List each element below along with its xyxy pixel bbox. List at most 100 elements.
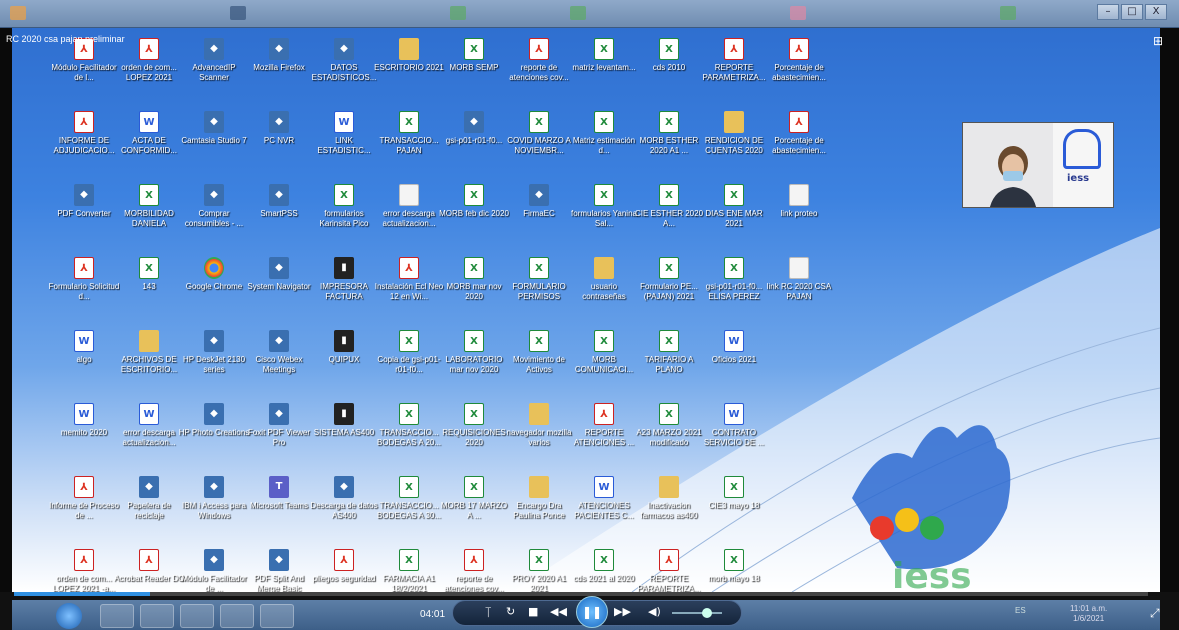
desktop-icon[interactable]: ◆ Mozilla Firefox — [243, 38, 315, 100]
desktop-icon[interactable]: link RC 2020 CSA PAJAN — [763, 257, 835, 319]
desktop-icon[interactable]: ⅄ reporte de atenciones cov... — [503, 38, 575, 100]
volume-icon[interactable]: ◀) — [648, 605, 661, 618]
desktop-icon[interactable]: ⅄ pliegos seguridad — [308, 549, 380, 592]
desktop-icon[interactable]: Inactivacion farmacos as400 — [633, 476, 705, 538]
desktop-icon[interactable]: ◆ gsi-p01-r01-f0... — [438, 111, 510, 173]
desktop-icon[interactable]: ⅄ orden de com... LOPEZ 2021 -a... — [48, 549, 120, 592]
desktop-icon[interactable]: X CIE ESTHER 2020 A... — [633, 184, 705, 246]
desktop-icon[interactable]: ⅄ REPORTE ATENCIONES ... — [568, 403, 640, 465]
desktop-icon[interactable]: X COVID MARZO A NOVIEMBR... — [503, 111, 575, 173]
desktop-icon[interactable]: ◆ Papelera de reciclaje — [113, 476, 185, 538]
desktop-icon[interactable]: ⅄ orden de com... LOPEZ 2021 — [113, 38, 185, 100]
maximize-button[interactable]: □ — [1121, 4, 1143, 20]
fullscreen-icon[interactable]: ⤢ — [1150, 606, 1160, 621]
desktop-icon[interactable]: ◆ HP DeskJet 2130 series — [178, 330, 250, 392]
desktop-icon[interactable]: ◆ Foxit PDF Viewer Pro — [243, 403, 315, 465]
desktop-icon[interactable]: Wmemito 2020 — [48, 403, 120, 465]
desktop-icon[interactable]: ◆ AdvancedIP Scanner — [178, 38, 250, 100]
desktop-icon[interactable]: X 143 — [113, 257, 185, 319]
desktop-icon[interactable]: error descarga actualizacion... — [373, 184, 445, 246]
desktop-icon[interactable]: Xcds 2021 al 2020 — [568, 549, 640, 592]
desktop-icon[interactable]: ◆ HP Photo Creations — [178, 403, 250, 465]
rewind-button[interactable]: ◀◀ — [550, 605, 567, 618]
desktop-icon[interactable]: ◆ SmartPSS — [243, 184, 315, 246]
stop-button[interactable]: ■ — [528, 605, 538, 618]
desktop-icon[interactable]: ⅄ Formulario Solicitud d... — [48, 257, 120, 319]
desktop-icon[interactable]: X Movimiento de Activos — [503, 330, 575, 392]
taskbar-ie-button[interactable] — [100, 604, 134, 628]
desktop-icon[interactable]: X MORB mar nov 2020 — [438, 257, 510, 319]
pause-button[interactable]: ❚❚ — [576, 596, 608, 628]
desktop-icon[interactable]: ⅄ Instalación Ecl Neo 12 en Wi... — [373, 257, 445, 319]
start-button[interactable] — [56, 603, 82, 629]
desktop-icon[interactable]: X Copia de gsi-p01-r01-f0... — [373, 330, 445, 392]
desktop-icon[interactable]: Walgo — [48, 330, 120, 392]
desktop-icon[interactable]: ⅄ Porcentaje de abastecimien... — [763, 111, 835, 173]
desktop-icon[interactable]: X CIE3 mayo 18 — [698, 476, 770, 538]
loop-icon[interactable]: ↻ — [506, 605, 515, 618]
desktop-icon[interactable]: X PROY 2020 A1 2021 — [503, 549, 575, 592]
taskbar-webex-button[interactable] — [260, 604, 294, 628]
desktop-icon[interactable]: X DIAS ENE MAR 2021 — [698, 184, 770, 246]
desktop-icon[interactable]: ◆ Cisco Webex Meetings — [243, 330, 315, 392]
desktop-icon[interactable]: ⅄ REPORTE PARAMETRIZA... — [698, 38, 770, 100]
desktop-icon[interactable]: Werror descarga actualizacion... — [113, 403, 185, 465]
desktop-icon[interactable]: X A23 MARZO 2021 modificado — [633, 403, 705, 465]
desktop-icon[interactable]: X TRANSACCIO... BODEGAS A 30... — [373, 476, 445, 538]
desktop-icon[interactable]: ◆ FirmaEC — [503, 184, 575, 246]
desktop-icon[interactable]: ◆ PDF Converter — [48, 184, 120, 246]
desktop-icon[interactable]: Xformularios Karinsita Pico — [308, 184, 380, 246]
desktop-icon[interactable]: W ATENCIONES PACIENTES C... — [568, 476, 640, 538]
desktop-icon[interactable]: X TARIFARIO A PLANO — [633, 330, 705, 392]
desktop-icon[interactable]: ⅄ reporte de atenciones cov... — [438, 549, 510, 592]
desktop-icon[interactable]: ESCRITORIO 2021 — [373, 38, 445, 100]
desktop-icon[interactable]: X REQUISICIONES 2020 — [438, 403, 510, 465]
desktop-icon[interactable]: ◆ Comprar consumibles - ... — [178, 184, 250, 246]
desktop-icon[interactable]: W Oficios 2021 — [698, 330, 770, 392]
desktop-icon[interactable]: ◆ PDF Split And Merge Basic — [243, 549, 315, 592]
desktop-icon[interactable]: ARCHIVOS DE ESCRITORIO... — [113, 330, 185, 392]
desktop-icon[interactable]: ◆ System Navigator — [243, 257, 315, 319]
desktop-icon[interactable]: ◆ Camtasia Studio 7 — [178, 111, 250, 173]
volume-slider[interactable] — [672, 612, 722, 614]
close-button[interactable]: X — [1145, 4, 1167, 20]
desktop-icon[interactable]: navegador mozilla varios — [503, 403, 575, 465]
desktop-icon[interactable]: X FORMULARIO PERMISOS — [503, 257, 575, 319]
desktop-icon[interactable]: W CONTRATO SERVICIO DE ... — [698, 403, 770, 465]
desktop-icon[interactable]: Xgsi-p01-r01-f0... ELISA PEREZ — [698, 257, 770, 319]
minimize-button[interactable]: – — [1097, 4, 1119, 20]
desktop-icon[interactable]: ▮ SISTEMA AS400 — [308, 403, 380, 465]
desktop-icon[interactable]: ▮ IMPRESORA FACTURA — [308, 257, 380, 319]
desktop-icon[interactable]: ⅄ REPORTE PARAMETRIZA... — [633, 549, 705, 592]
participant-video[interactable]: iess — [962, 122, 1114, 208]
desktop-icon[interactable]: X Formulario PE... (PAJAN) 2021 — [633, 257, 705, 319]
desktop-icon[interactable]: X MORB SEMP — [438, 38, 510, 100]
desktop-icon[interactable]: Xmatriz levantam... — [568, 38, 640, 100]
desktop-icon[interactable]: ◆ DATOS ESTADISTICOS... — [308, 38, 380, 100]
forward-button[interactable]: ▶▶ — [614, 605, 631, 618]
desktop-icon[interactable]: X FARMACIA A1 18/2/2021 — [373, 549, 445, 592]
desktop-icon[interactable]: W ACTA DE CONFORMID... — [113, 111, 185, 173]
desktop-icon[interactable]: X MORB ESTHER 2020 A1 ... — [633, 111, 705, 173]
desktop-icon[interactable]: Encargo Dra Paulina Ponce — [503, 476, 575, 538]
volume-slider-handle[interactable] — [702, 608, 712, 618]
desktop-icon[interactable]: T Microsoft Teams — [243, 476, 315, 538]
desktop-icon[interactable]: usuario contraseñas — [568, 257, 640, 319]
desktop-icon[interactable]: ⅄ Informe de Proceso de ... — [48, 476, 120, 538]
taskbar-firefox-button[interactable] — [180, 604, 214, 628]
desktop-icon[interactable]: X TRANSACCIO... BODEGAS A 20... — [373, 403, 445, 465]
desktop-icon[interactable]: ◆ Descarga de datos AS400 — [308, 476, 380, 538]
desktop-icon[interactable]: Xformularios Yanina Sal... — [568, 184, 640, 246]
desktop-icon[interactable]: RENDICION DE CUENTAS 2020 — [698, 111, 770, 173]
desktop-icon[interactable]: ▮ QUIPUX — [308, 330, 380, 392]
desktop-icon[interactable]: link proteo — [763, 184, 835, 246]
desktop-icon[interactable]: X MORB feb dic 2020 — [438, 184, 510, 246]
desktop-icon[interactable]: W LINK ESTADISTIC... — [308, 111, 380, 173]
desktop-icon[interactable]: Google Chrome — [178, 257, 250, 319]
taskbar-firefox2-button[interactable] — [220, 604, 254, 628]
desktop-icon[interactable]: X Matriz estimación d... — [568, 111, 640, 173]
desktop-icon[interactable]: ◆ IBM i Access para Windows — [178, 476, 250, 538]
desktop-icon[interactable]: Xmorb mayo 18 — [698, 549, 770, 592]
seek-bar[interactable] — [14, 592, 1148, 596]
desktop-icon[interactable]: ⅄ Porcentaje de abastecimien... — [763, 38, 835, 100]
